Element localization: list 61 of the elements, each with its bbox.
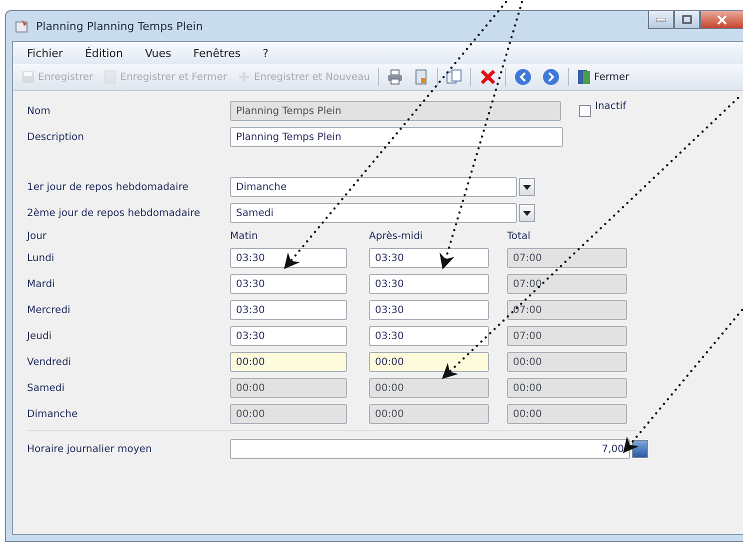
time-field[interactable]: 03:30 xyxy=(369,274,489,294)
description-field[interactable]: Planning Temps Plein xyxy=(230,127,563,147)
dropdown-button[interactable] xyxy=(519,204,535,222)
minimize-button[interactable] xyxy=(648,11,674,29)
page-icon xyxy=(103,70,118,84)
field-label: Description xyxy=(27,132,85,142)
caret-icon xyxy=(523,184,531,190)
time-field[interactable]: 03:30 xyxy=(369,326,489,346)
dropdown-button[interactable] xyxy=(519,178,535,196)
time-field[interactable]: 03:30 xyxy=(369,248,489,268)
toolbar-button[interactable]: Fermer xyxy=(574,68,632,86)
name-field[interactable]: Planning Temps Plein xyxy=(230,101,561,121)
minimize-icon xyxy=(656,18,666,22)
maximize-icon xyxy=(682,15,692,24)
maximize-button[interactable] xyxy=(674,11,700,29)
column-header: Matin xyxy=(230,231,259,242)
day-label: Jeudi xyxy=(27,330,53,342)
close-icon xyxy=(717,14,727,24)
close-button[interactable] xyxy=(700,11,743,29)
field-label: Horaire journalier moyen xyxy=(27,444,153,454)
copy-icon xyxy=(446,69,462,85)
menu-item[interactable]: Fenêtres xyxy=(193,46,241,60)
toolbar-button[interactable] xyxy=(444,68,464,86)
day-label: Dimanche xyxy=(27,408,79,420)
column-header: Total xyxy=(507,231,532,242)
app-icon xyxy=(14,18,30,34)
field-label: Nom xyxy=(27,106,52,116)
column-header: Après-midi xyxy=(369,231,424,242)
day-label: Lundi xyxy=(27,252,56,264)
menu-item[interactable]: Fichier xyxy=(27,46,63,60)
time-field[interactable]: 00:00 xyxy=(230,352,347,372)
time-field[interactable]: 03:30 xyxy=(230,300,347,320)
calculator-button[interactable] xyxy=(632,440,648,458)
document-icon xyxy=(412,69,429,85)
delete-icon xyxy=(478,68,497,86)
dropdown-field[interactable]: Samedi xyxy=(230,203,517,223)
dropdown-field[interactable]: Dimanche xyxy=(230,177,517,197)
menu-item[interactable]: ? xyxy=(262,46,268,60)
time-field[interactable]: 03:30 xyxy=(230,248,347,268)
day-label: Mardi xyxy=(27,278,56,290)
day-label: Vendredi xyxy=(27,356,72,368)
average-field[interactable]: 7,00 xyxy=(230,439,630,459)
checkbox-label: Inactif xyxy=(595,101,628,112)
field-label: 1er jour de repos hebdomadaire xyxy=(27,182,190,192)
back-icon xyxy=(514,68,532,86)
day-label: Mercredi xyxy=(27,304,72,316)
time-field[interactable]: 03:30 xyxy=(230,326,347,346)
column-header: Jour xyxy=(27,231,48,242)
time-field[interactable]: 00:00 xyxy=(369,352,489,372)
door-icon xyxy=(576,69,591,85)
time-field[interactable]: 03:30 xyxy=(230,274,347,294)
printer-icon xyxy=(386,69,403,85)
menu-item[interactable]: Édition xyxy=(84,46,124,60)
day-label: Samedi xyxy=(27,382,66,394)
forward-icon xyxy=(542,68,560,86)
plus-icon xyxy=(236,70,251,84)
caret-icon xyxy=(523,210,531,216)
menu-item[interactable]: Vues xyxy=(145,46,172,60)
time-field[interactable]: 03:30 xyxy=(369,300,489,320)
window-title: Planning Planning Temps Plein xyxy=(36,20,203,32)
field-label: 2ème jour de repos hebdomadaire xyxy=(27,208,202,218)
